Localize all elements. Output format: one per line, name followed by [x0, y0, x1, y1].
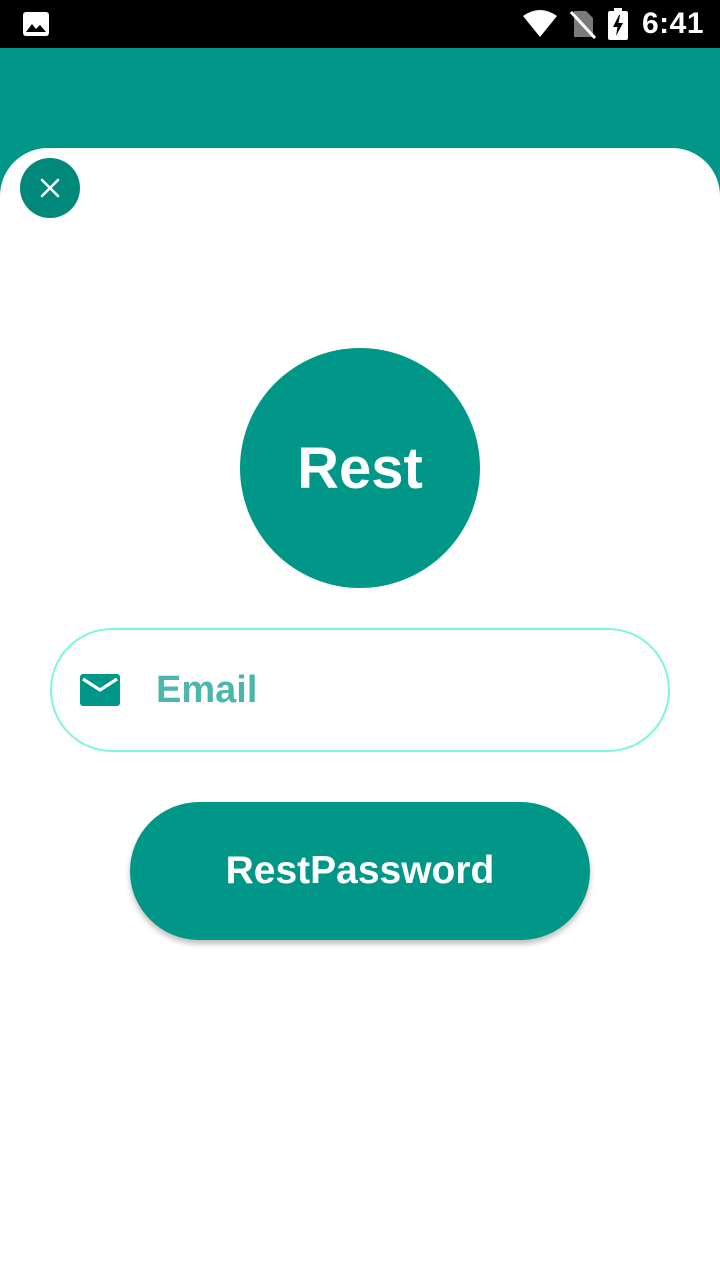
battery-charging-icon: [607, 8, 628, 40]
mail-icon: [80, 674, 120, 706]
close-icon: [40, 178, 60, 198]
status-time: 6:41: [641, 7, 704, 40]
email-input[interactable]: [156, 660, 636, 720]
status-icons: 6:41: [522, 0, 704, 48]
logo-circle: Rest: [240, 348, 480, 588]
logo-text: Rest: [297, 435, 423, 501]
wifi-icon: [522, 10, 557, 37]
reset-password-label: RestPassword: [225, 849, 495, 892]
close-button[interactable]: [20, 158, 80, 218]
no-sim-icon: [569, 10, 596, 39]
image-icon: [23, 12, 49, 36]
status-bar: 6:41: [0, 0, 720, 48]
header-background: [0, 48, 720, 158]
reset-password-button[interactable]: RestPassword: [130, 802, 590, 940]
email-field[interactable]: [50, 628, 670, 752]
